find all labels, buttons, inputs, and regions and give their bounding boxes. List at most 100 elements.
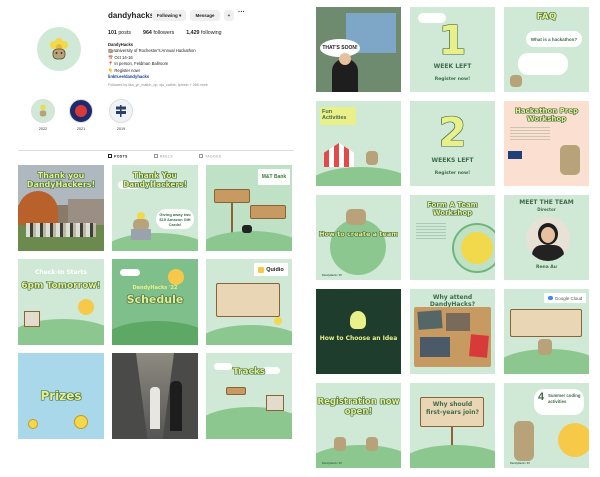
highlight-2019[interactable]: 2019 (108, 99, 134, 131)
highlight-2022[interactable]: 2022 (30, 99, 56, 131)
suggest-button[interactable]: + (224, 10, 234, 21)
message-button[interactable]: Message (190, 10, 220, 21)
post-summer-coding[interactable]: 4 Summer coding activities DandyHacks '2… (504, 383, 589, 468)
post-prep-workshop[interactable]: Hackathon Prep Workshop (504, 101, 589, 186)
signboard (226, 387, 246, 395)
stat-following[interactable]: 1,429 following (186, 30, 221, 36)
post-caption: Registration now open! (317, 397, 400, 417)
sign-post (231, 203, 233, 233)
following-button[interactable]: Following ▾ (152, 10, 186, 21)
mtbank-logo: M&T Bank (258, 169, 290, 185)
post-week-left[interactable]: 1 WEEK LEFT Register now! (410, 7, 495, 92)
tab-tagged[interactable]: TAGGED (198, 154, 222, 159)
tab-reels[interactable]: REELS (153, 154, 173, 159)
photo (469, 334, 489, 358)
signboard (214, 189, 250, 203)
lightbulb-icon (350, 311, 366, 329)
post-caption: Hackathon Prep Workshop (514, 107, 578, 123)
highlight-cover (109, 99, 133, 123)
tabs-divider (18, 150, 294, 151)
quidio-logo: Quidio (254, 263, 288, 276)
post-first-years[interactable]: Why should first-years join? (410, 383, 495, 468)
post-quidio-sponsor[interactable]: Quidio (206, 259, 292, 345)
summer-number: 4 (538, 391, 545, 403)
person (170, 381, 182, 431)
post-thats-soon[interactable]: THAT'S SOON! (316, 7, 401, 92)
post-meet-team[interactable]: MEET THE TEAM Director Rena Au (504, 195, 589, 280)
quidio-logo-icon (258, 266, 265, 273)
bio-link[interactable]: linktr.ee/dandyhacks (108, 74, 288, 80)
answer-bubble (518, 53, 568, 75)
hill (410, 445, 495, 468)
register-label: Register now! (434, 171, 471, 176)
cat-icon (560, 145, 580, 175)
cloud (120, 269, 140, 276)
highlight-label: 2022 (38, 127, 48, 131)
stat-posts[interactable]: 101 posts (108, 30, 131, 36)
countdown-number: 2 (438, 110, 467, 156)
post-caption: Fun Activities (320, 107, 356, 125)
face (541, 227, 555, 243)
post-mtbank-sponsor[interactable]: M&T Bank (206, 165, 292, 251)
signboard (250, 205, 286, 219)
post-choose-idea[interactable]: How to Choose an Idea (316, 289, 401, 374)
stat-followers[interactable]: 964 followers (143, 30, 174, 36)
post-caption: 6pm Tomorrow! (21, 281, 101, 291)
post-schedule[interactable]: DandyHacks '22 Schedule (112, 259, 198, 345)
post-caption: Prizes (40, 389, 82, 403)
add-person-icon: + (227, 13, 231, 18)
profile-stats: 101 posts 964 followers 1,429 following (108, 30, 222, 36)
post-create-team[interactable]: How to create a team DandyHacks '22 (316, 195, 401, 280)
photo (446, 313, 470, 331)
highlight-2021[interactable]: 2021 (68, 99, 94, 131)
post-caption-small: DandyHacks '22 (132, 285, 178, 291)
circus-tent-icon (324, 143, 354, 167)
highlight-label: 2019 (116, 127, 126, 131)
post-caption-small: Check-In Starts (34, 269, 87, 276)
post-grid: THAT'S SOON! 1 WEEK LEFT Register now! F… (310, 0, 600, 477)
post-google-cloud[interactable]: Google Cloud (504, 289, 589, 374)
tab-posts[interactable]: POSTS (108, 154, 128, 159)
profile-username: dandyhacks (108, 11, 155, 20)
hashtag-label: DandyHacks '22 (510, 462, 530, 465)
profile-avatar[interactable] (37, 27, 81, 71)
post-prizes[interactable]: Prizes (18, 353, 104, 439)
shirt (532, 245, 564, 261)
post-hallway-photo[interactable] (112, 353, 198, 439)
hill (206, 231, 292, 251)
grid-icon (108, 154, 112, 158)
details-text (510, 127, 550, 141)
team-photo (526, 217, 570, 261)
post-thank-you-photo[interactable]: Thank you DandyHackers! (18, 165, 104, 251)
register-label: Register now! (434, 77, 471, 82)
sun-icon (558, 423, 589, 457)
google-cloud-logo: Google Cloud (544, 293, 586, 303)
cloud-icon (547, 296, 553, 300)
post-why-attend[interactable]: Why attend DandyHacks? (410, 289, 495, 374)
post-faq[interactable]: FAQ What is a hackathon? (504, 7, 589, 92)
post-tracks[interactable]: Tracks (206, 353, 292, 439)
countdown-number: 1 (438, 18, 467, 64)
circle-backdrop (330, 219, 386, 275)
post-check-in[interactable]: Check-In Starts 6pm Tomorrow! (18, 259, 104, 345)
post-thank-you-sponsors[interactable]: Thank You DandyHackers! Giving away two … (112, 165, 198, 251)
red-logo-icon (75, 105, 87, 117)
post-fun-activities[interactable]: Fun Activities (316, 101, 401, 186)
post-caption: Why should first-years join? (426, 401, 479, 416)
profile-page: dandyhacks Following ▾ Message + ··· 101… (0, 0, 300, 477)
post-weeks-left[interactable]: 2 WEEKS LEFT Register now! (410, 101, 495, 186)
more-options-icon[interactable]: ··· (238, 9, 245, 16)
profile-bio: DandyHacks Event 🏫 University of Rochest… (108, 42, 288, 80)
post-caption: FAQ (536, 12, 557, 22)
hashtag-label: DandyHacks '22 (322, 274, 342, 277)
highlight-label: 2021 (76, 127, 86, 131)
sun-icon (168, 269, 184, 285)
post-form-team[interactable]: Form A Team Workshop (410, 195, 495, 280)
post-caption: Why attend DandyHacks? (429, 294, 476, 308)
sun-icon (78, 299, 94, 315)
followed-by[interactable]: Followed by lisa_yh_mathh_op, ojo_cathie… (108, 83, 208, 87)
dandelion-icon (274, 317, 282, 325)
building-icon (24, 311, 40, 327)
profile-tabs: POSTS REELS TAGGED (108, 154, 222, 159)
post-registration-open[interactable]: Registration now open! DandyHacks '22 (316, 383, 401, 468)
